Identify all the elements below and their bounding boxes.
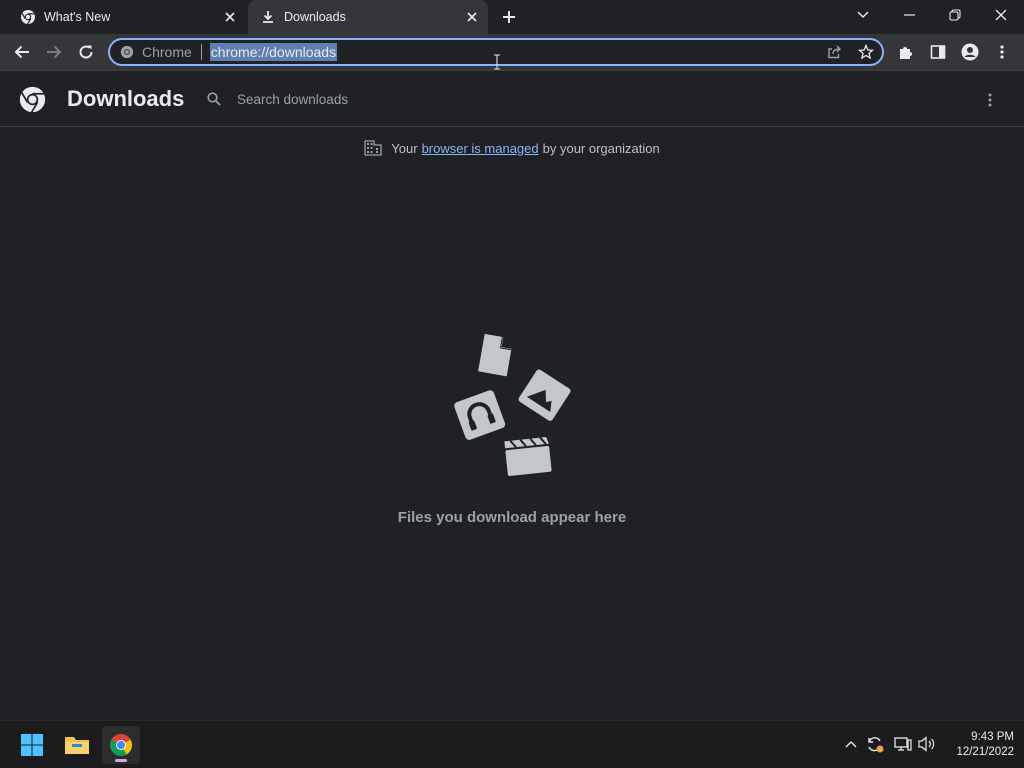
downloads-header: Downloads Search downloads — [0, 72, 1024, 127]
clock-date: 12/21/2022 — [956, 746, 1014, 758]
file-explorer-icon[interactable] — [58, 726, 96, 764]
minimize-button[interactable] — [886, 0, 932, 30]
restore-button[interactable] — [932, 0, 978, 30]
search-icon — [205, 90, 223, 108]
windows-taskbar: 9:43 PM 12/21/2022 — [0, 720, 1024, 768]
tab-label: What's New — [44, 10, 111, 24]
profile-avatar-icon[interactable] — [956, 38, 984, 66]
browser-managed-link[interactable]: browser is managed — [422, 141, 539, 156]
forward-button[interactable] — [40, 38, 68, 66]
search-placeholder: Search downloads — [237, 91, 349, 107]
managed-prefix: Your — [391, 140, 418, 156]
chrome-taskbar-icon[interactable] — [102, 726, 140, 764]
chrome-icon — [20, 9, 36, 25]
close-tab-icon[interactable] — [464, 9, 480, 25]
close-tab-icon[interactable] — [222, 9, 238, 25]
chrome-logo-icon — [19, 86, 46, 113]
page-title: Downloads — [67, 86, 185, 111]
sync-update-icon[interactable] — [864, 733, 886, 755]
more-actions-icon[interactable] — [978, 88, 1002, 112]
side-panel-icon[interactable] — [924, 38, 952, 66]
managed-notice: Your browser is managed by your organiza… — [0, 139, 1024, 157]
site-chip[interactable]: Chrome — [120, 44, 192, 60]
windows-start-icon[interactable] — [13, 726, 51, 764]
building-icon — [364, 139, 384, 157]
browser-toolbar: Chrome chrome://downloads — [0, 34, 1024, 71]
tab-whats-new[interactable]: What's New — [8, 0, 246, 34]
menu-kebab-icon[interactable] — [988, 38, 1016, 66]
text-cursor-icon — [493, 54, 501, 70]
back-button[interactable] — [8, 38, 36, 66]
site-label: Chrome — [142, 44, 192, 60]
chevron-up-icon[interactable] — [840, 733, 862, 755]
clock-time: 9:43 PM — [971, 731, 1014, 743]
divider — [200, 44, 202, 60]
download-icon — [260, 9, 276, 25]
volume-icon[interactable] — [916, 733, 938, 755]
network-icon[interactable] — [892, 733, 914, 755]
share-icon[interactable] — [822, 40, 846, 64]
tab-label: Downloads — [284, 10, 346, 24]
url-text[interactable]: chrome://downloads — [209, 43, 338, 61]
extensions-icon[interactable] — [892, 38, 920, 66]
active-app-indicator — [115, 759, 127, 762]
tab-downloads[interactable]: Downloads — [248, 0, 488, 34]
new-tab-button[interactable] — [498, 6, 520, 28]
system-clock[interactable]: 9:43 PM 12/21/2022 — [944, 730, 1014, 760]
empty-state-message: Files you download appear here — [397, 509, 627, 526]
bookmark-star-icon[interactable] — [854, 40, 878, 64]
reload-button[interactable] — [72, 38, 100, 66]
close-window-button[interactable] — [978, 0, 1024, 30]
managed-suffix: by your organization — [542, 140, 660, 156]
chrome-icon — [120, 45, 134, 59]
tab-strip: What's New Downloads — [0, 0, 1024, 34]
tab-search-chevron-icon[interactable] — [840, 0, 886, 30]
search-downloads-field[interactable]: Search downloads — [195, 82, 867, 116]
empty-downloads-illustration — [448, 326, 578, 486]
